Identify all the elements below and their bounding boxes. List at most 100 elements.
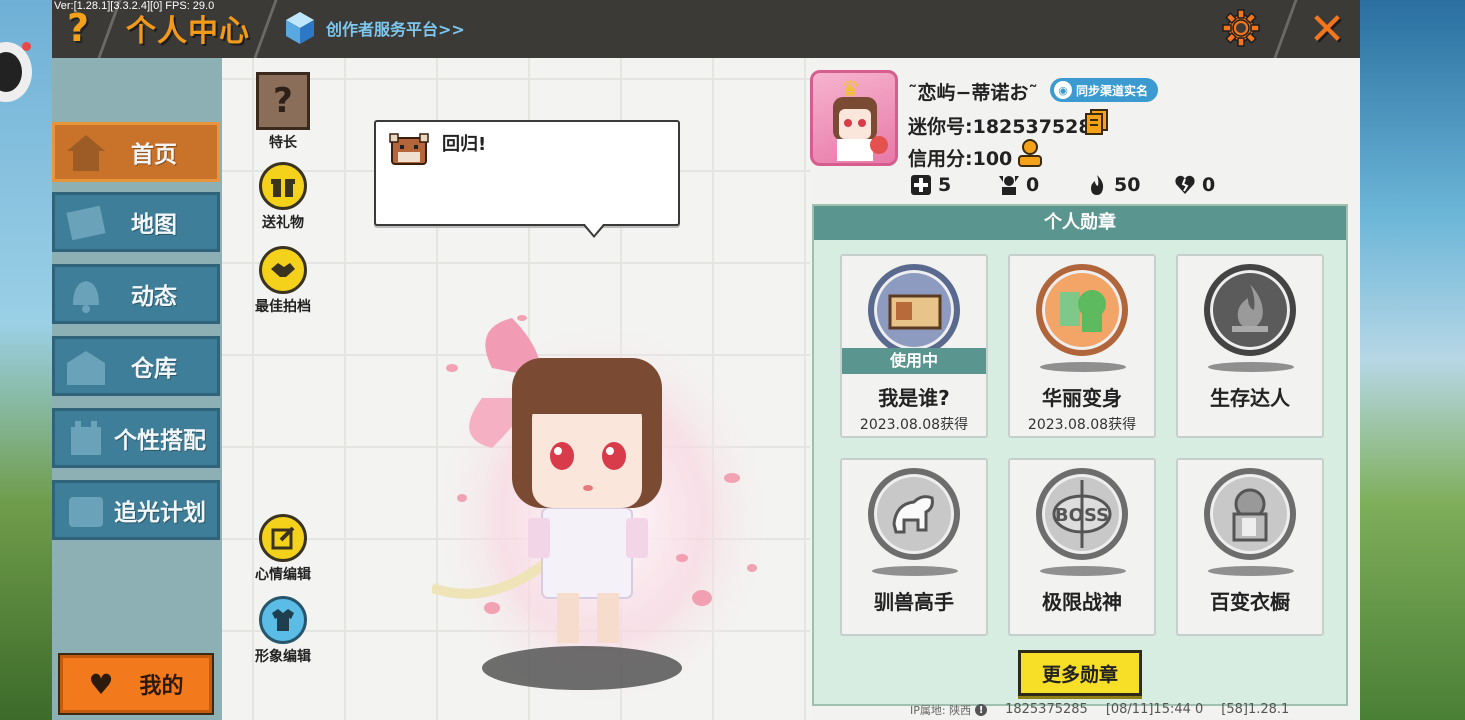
mood-edit-label: 心情编辑 (255, 567, 311, 583)
id-card-medal-icon (868, 264, 960, 356)
avatar[interactable]: ♛ (810, 70, 898, 166)
sidebar-item-outfit[interactable]: 个性搭配 (52, 408, 220, 468)
stat-heat: 50 (1086, 174, 1174, 196)
medal-panel: 个人勋章 使用中 我是谁? 2023.08.08获得 华丽变身 2023.08.… (812, 204, 1348, 706)
stat-fans: 0 (998, 174, 1086, 196)
sidebar-item-label: 首页 (131, 142, 177, 168)
medal-name: 极限战神 (1042, 590, 1122, 614)
sidebar-item-warehouse[interactable]: 仓库 (52, 336, 220, 396)
ip-location-text: IP属地: 陕西 (910, 704, 972, 717)
version-text: Ver:[1.28.1][3.3.2.4][0] FPS: 29.0 (54, 0, 215, 12)
best-partner-label: 最佳拍档 (255, 299, 311, 315)
best-partner-button[interactable]: 最佳拍档 (248, 246, 318, 316)
page-title: 个人中心 (126, 14, 250, 49)
creator-link-text: 创作者服务平台>> (326, 20, 465, 39)
divider (1273, 0, 1298, 58)
in-use-label: 使用中 (842, 348, 986, 374)
stats-row: 5 0 50 0 (910, 174, 1262, 196)
medal-name: 我是谁? (878, 386, 950, 410)
speech-bubble: 回归! (374, 120, 680, 238)
horse-medal-icon (868, 468, 960, 560)
footer-info: IP属地: 陕西 ! 1825375285 [08/11]15:44 0 [58… (910, 702, 1289, 718)
medal-name: 驯兽高手 (874, 590, 954, 614)
broken-heart-icon (1175, 175, 1195, 194)
gift-icon (259, 162, 307, 210)
info-icon[interactable]: ! (975, 704, 988, 716)
medal-card-ultimate-warrior[interactable]: BOSS 极限战神 (1008, 458, 1156, 636)
close-icon[interactable]: ✕ (1304, 4, 1350, 55)
medal-date: 2023.08.08获得 (859, 417, 969, 433)
medal-card-beast-tamer[interactable]: 驯兽高手 (840, 458, 988, 636)
medal-name: 华丽变身 (1042, 386, 1122, 410)
divider (253, 0, 278, 58)
send-gift-button[interactable]: 送礼物 (248, 162, 318, 232)
profile-window: ? 个人中心 创作者服务平台>> ✕ 首页 地图 动态 仓库 个性搭配 追光计划… (52, 0, 1360, 720)
sidebar-item-label: 地图 (131, 212, 177, 238)
stat-value: 5 (938, 174, 952, 196)
dino-costume-medal-icon (1036, 264, 1128, 356)
character-stage-area: ? 特长 送礼物 最佳拍档 心情编辑 形象编辑 回归! (222, 58, 810, 720)
medal-panel-title: 个人勋章 (814, 206, 1346, 240)
avatar-edit-button[interactable]: 形象编辑 (248, 596, 318, 666)
stat-value: 50 (1114, 174, 1141, 196)
heart-icon: ♥ (88, 667, 114, 701)
background-right-edge (1359, 0, 1465, 720)
player-character[interactable] (432, 288, 772, 708)
copy-icon[interactable] (1084, 108, 1110, 136)
cow-avatar-icon (389, 133, 429, 165)
sidebar-item-label: 追光计划 (114, 500, 206, 526)
creator-platform-link[interactable]: 创作者服务平台>> (284, 10, 465, 46)
stat-value: 0 (1202, 174, 1216, 196)
medal-date: 2023.08.08获得 (1027, 417, 1137, 433)
floating-ball-icon[interactable] (0, 42, 32, 102)
sidebar-item-map[interactable]: 地图 (52, 192, 220, 252)
trophy-person-icon (999, 176, 1019, 195)
background-left-edge (0, 0, 52, 720)
more-medals-button[interactable]: 更多勋章 (1018, 650, 1142, 696)
flame-icon (1091, 175, 1104, 195)
top-bar: ? 个人中心 创作者服务平台>> ✕ (52, 0, 1360, 58)
medal-name: 百变衣橱 (1210, 590, 1290, 614)
medal-name: 生存达人 (1210, 386, 1290, 410)
question-mark-icon[interactable]: ? (58, 6, 98, 50)
sidebar-item-feed[interactable]: 动态 (52, 264, 220, 324)
nickname: ˜恋屿−蒂诺お˜ (908, 82, 1038, 104)
avatar-edit-label: 形象编辑 (255, 649, 311, 665)
cube-icon (286, 12, 314, 44)
notification-dot (22, 42, 31, 51)
specialty-label: 特长 (269, 135, 297, 151)
specialty-button[interactable]: ? 特长 (248, 72, 318, 152)
sidebar-item-label: 个性搭配 (114, 428, 206, 454)
wardrobe-medal-icon (1204, 468, 1296, 560)
stat-likes: 5 (910, 174, 998, 196)
sidebar-item-label: 动态 (131, 284, 177, 310)
gear-icon[interactable] (1220, 6, 1262, 50)
plus-square-icon (911, 175, 931, 195)
mine-button-label: 我的 (139, 674, 184, 699)
handshake-icon (259, 246, 307, 294)
question-box-icon: ? (256, 72, 310, 130)
mood-edit-button[interactable]: 心情编辑 (248, 514, 318, 584)
medal-card-gorgeous-transform[interactable]: 华丽变身 2023.08.08获得 (1008, 254, 1156, 438)
footer-uid: 1825375285 (1005, 702, 1088, 717)
ip-location: IP属地: 陕西 ! (910, 702, 988, 718)
medal-card-survival-expert[interactable]: 生存达人 (1176, 254, 1324, 438)
edit-icon (259, 514, 307, 562)
sidebar-item-label: 仓库 (131, 356, 177, 382)
stat-hearts: 0 (1174, 174, 1262, 196)
shirt-icon (259, 596, 307, 644)
credit-person-icon[interactable] (1016, 138, 1044, 168)
medal-card-wardrobe[interactable]: 百变衣橱 (1176, 458, 1324, 636)
sidebar-item-lightchase[interactable]: 追光计划 (52, 480, 220, 540)
sidebar-item-home[interactable]: 首页 (52, 122, 220, 182)
medal-card-who-am-i[interactable]: 使用中 我是谁? 2023.08.08获得 (840, 254, 988, 438)
sync-realname-badge[interactable]: ◉ 同步渠道实名 (1050, 78, 1159, 102)
profile-info: ♛ ˜恋屿−蒂诺お˜ ◉ 同步渠道实名 迷你号:1825375285 信用分:1… (810, 58, 1360, 208)
mine-button[interactable]: ♥ 我的 (60, 655, 212, 713)
credit-score: 信用分:100 (908, 148, 1013, 170)
footer-time: [08/11]15:44 0 (1105, 702, 1204, 717)
footer-build: [58]1.28.1 (1221, 702, 1290, 717)
mini-id: 迷你号:1825375285 (908, 116, 1105, 138)
crown-icon: ♛ (841, 77, 861, 102)
campfire-medal-icon (1204, 264, 1296, 356)
